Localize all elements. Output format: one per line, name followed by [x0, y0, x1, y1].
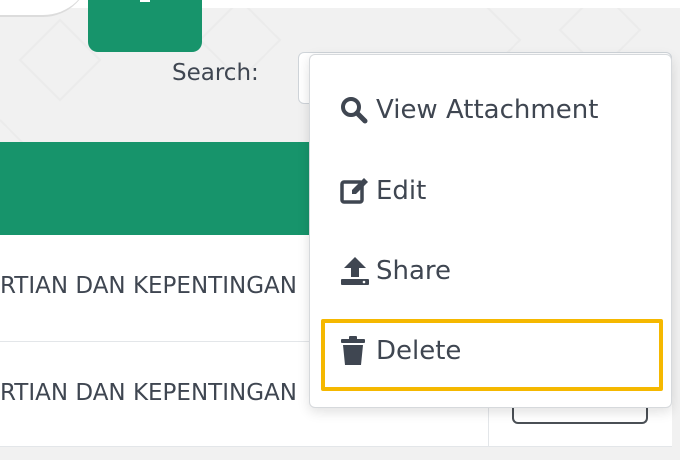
row-title: RTIAN DAN KEPENTINGAN: [0, 382, 297, 405]
add-button[interactable]: [88, 0, 202, 52]
menu-item-label: Share: [376, 256, 452, 286]
plus-icon: [140, 0, 150, 2]
menu-item-edit[interactable]: Edit: [340, 171, 426, 211]
menu-item-label: View Attachment: [376, 95, 599, 125]
search-label: Search:: [172, 60, 259, 86]
search-icon: [340, 92, 376, 128]
upload-icon: [340, 253, 376, 289]
action-dropdown-menu: View Attachment Edit Share Delete: [309, 54, 672, 408]
row-title: RTIAN DAN KEPENTINGAN: [0, 275, 297, 298]
selection-highlight: [321, 319, 663, 391]
menu-item-label: Edit: [376, 176, 427, 206]
menu-item-share[interactable]: Share: [340, 251, 451, 291]
edit-icon: [340, 173, 376, 209]
menu-item-view-attachment[interactable]: View Attachment: [340, 90, 598, 130]
